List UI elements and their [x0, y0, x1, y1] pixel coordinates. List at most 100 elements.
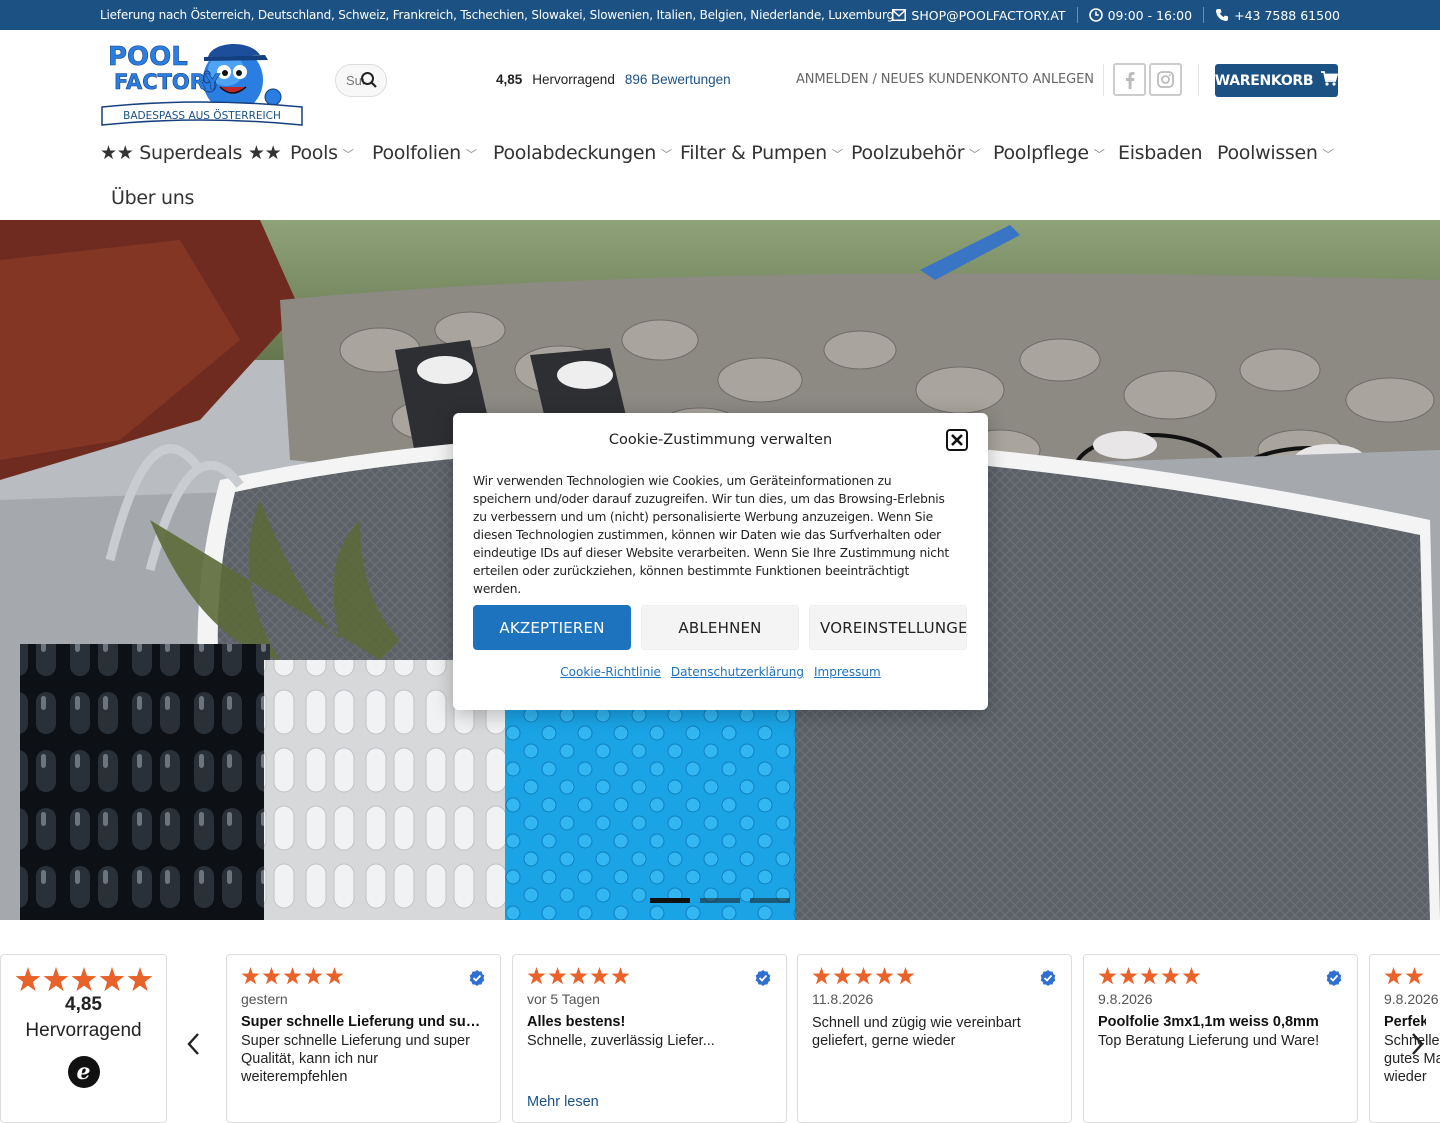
star-icon — [127, 967, 152, 992]
cart-icon — [1321, 71, 1339, 90]
nav-label: Über uns — [111, 187, 195, 209]
cookie-policy-link[interactable]: Cookie-Richtlinie — [560, 665, 661, 679]
phone-text: +43 7588 61500 — [1234, 7, 1340, 23]
review-date: 11.8.2026 — [812, 991, 874, 1007]
pool-factory-logo[interactable]: POOL FACTORY BADESPASS AUS ÖSTERREICH — [100, 35, 305, 127]
star-rating — [1098, 967, 1343, 985]
star-icon — [43, 967, 68, 992]
star-rating — [812, 967, 1057, 985]
star-icon — [325, 967, 344, 985]
search-input[interactable]: Suchen — [335, 64, 387, 97]
privacy-policy-link[interactable]: Datenschutzerklärung — [671, 665, 804, 679]
nav-label: Filter & Pumpen — [680, 142, 827, 164]
deny-button[interactable]: Ablehnen — [641, 605, 799, 650]
trusted-shops-badge-icon: e — [67, 1056, 100, 1088]
nav-item-eisbaden[interactable]: Eisbaden — [1118, 142, 1203, 164]
imprint-link[interactable]: Impressum — [814, 665, 881, 679]
phone-icon — [1215, 8, 1229, 22]
star-icon — [1405, 967, 1424, 985]
cart-label: WARENKORB — [1214, 72, 1314, 89]
opening-hours: 09:00 - 16:00 — [1088, 8, 1192, 23]
carousel-prev-icon[interactable] — [186, 1030, 200, 1064]
star-icon — [1140, 967, 1159, 985]
star-icon — [99, 967, 124, 992]
nav-label: Poolzubehör — [851, 142, 965, 164]
nav-item-poolwissen[interactable]: Poolwissen ﹀ — [1217, 142, 1334, 164]
star-icon — [241, 967, 260, 985]
nav-item-pools[interactable]: Pools ﹀ — [290, 142, 354, 164]
nav-item-superdeals[interactable]: ★★ Superdeals ★★ — [100, 142, 282, 164]
review-card[interactable]: 9.8.2026 Poolfolie 3mx1,1m weiss 0,8mm T… — [1083, 954, 1358, 1123]
review-headline: Perfekt — [1384, 1014, 1426, 1030]
slide-dot-2[interactable] — [700, 898, 740, 903]
star-icon — [896, 967, 915, 985]
slide-dot-1[interactable] — [650, 898, 690, 903]
mail-icon — [892, 9, 907, 21]
verified-icon — [469, 970, 485, 991]
search-icon[interactable] — [360, 71, 378, 92]
cookie-dialog-title: Cookie-Zustimmung verwalten — [608, 432, 833, 448]
star-icon — [304, 967, 323, 985]
login-register-link[interactable]: ANMELDEN / NEUES KUNDENKONTO ANLEGEN — [796, 72, 1094, 87]
review-headline: Poolfolie 3mx1,1m weiss 0,8mm — [1098, 1014, 1319, 1030]
phone-link[interactable]: +43 7588 61500 — [1215, 8, 1340, 23]
slider-pagination — [650, 898, 790, 903]
summary-label: Hervorragend — [25, 1020, 142, 1041]
review-headline: Alles bestens! — [527, 1014, 626, 1030]
summary-score: 4,85 — [65, 994, 102, 1015]
star-rating — [527, 967, 772, 985]
nav-label: Pools — [290, 142, 338, 164]
review-body: Schnell und zügig wie vereinbart geliefe… — [812, 1015, 1021, 1049]
star-icon — [854, 967, 873, 985]
chevron-down-icon: ﹀ — [465, 148, 477, 161]
review-body: Schnelle, zuverlässig Liefer... — [527, 1033, 715, 1049]
accept-button[interactable]: Akzeptieren — [473, 605, 631, 650]
review-card[interactable]: 9.8.2026 Perfekt Schnelle Lieferung, gut… — [1369, 954, 1440, 1123]
instagram-icon[interactable] — [1149, 63, 1182, 96]
rating-label: Hervorragend — [532, 72, 615, 87]
carousel-next-icon[interactable] — [1411, 1030, 1425, 1064]
nav-label: Poolpflege — [993, 142, 1089, 164]
rating-summary-card[interactable]: 4,85 Hervorragend e — [0, 954, 167, 1123]
divider — [1103, 64, 1104, 96]
review-body: Super schnelle Lieferung und super Quali… — [241, 1033, 470, 1085]
review-date: gestern — [241, 991, 288, 1007]
cart-button[interactable]: WARENKORB — [1214, 64, 1339, 97]
facebook-icon[interactable] — [1113, 63, 1146, 96]
rating-count[interactable]: 896 Bewertungen — [625, 72, 731, 87]
logo-line1: POOL — [108, 42, 188, 72]
divider — [1076, 7, 1078, 23]
review-card[interactable]: vor 5 Tagen Alles bestens! Schnelle, zuv… — [512, 954, 787, 1123]
star-icon — [833, 967, 852, 985]
star-icon — [71, 967, 96, 992]
email-link[interactable]: SHOP@POOLFACTORY.AT — [892, 7, 1066, 23]
star-icon — [1384, 967, 1403, 985]
star-icon — [812, 967, 831, 985]
trusted-shops-rating[interactable]: 4,85 Hervorragend 896 Bewertungen — [496, 72, 731, 87]
email-text: SHOP@POOLFACTORY.AT — [911, 7, 1066, 23]
chevron-down-icon: ﹀ — [1322, 148, 1334, 161]
review-card[interactable]: gestern Super schnelle Lieferung und sup… — [226, 954, 501, 1123]
read-more-link[interactable]: Mehr lesen — [527, 1094, 599, 1110]
nav-item-poolfolien[interactable]: Poolfolien ﹀ — [372, 142, 477, 164]
nav-item-ueber-uns[interactable]: Über uns — [111, 187, 194, 209]
slide-dot-3[interactable] — [750, 898, 790, 903]
cookie-links: Cookie-Richtlinie Datenschutzerklärung I… — [453, 665, 988, 679]
close-icon[interactable] — [946, 429, 968, 451]
star-rating — [1, 967, 166, 992]
nav-label: Poolabdeckungen — [493, 142, 657, 164]
nav-item-poolabdeckungen[interactable]: Poolabdeckungen ﹀ — [493, 142, 672, 164]
star-rating — [1384, 967, 1426, 985]
nav-label: Poolfolien — [372, 142, 461, 164]
nav-item-poolpflege[interactable]: Poolpflege ﹀ — [993, 142, 1105, 164]
preferences-button[interactable]: Voreinstellungen anzeigen — [809, 605, 967, 650]
delivery-countries: Lieferung nach Österreich, Deutschland, … — [100, 8, 894, 22]
review-card[interactable]: 11.8.2026 Schnell und zügig wie vereinba… — [797, 954, 1072, 1123]
nav-item-poolzubehoer[interactable]: Poolzubehör ﹀ — [851, 142, 980, 164]
star-icon — [875, 967, 894, 985]
review-date: 9.8.2026 — [1098, 991, 1153, 1007]
verified-icon — [1040, 970, 1056, 991]
nav-item-filter-pumpen[interactable]: Filter & Pumpen ﹀ — [680, 142, 843, 164]
chevron-down-icon: ﹀ — [1093, 148, 1105, 161]
chevron-down-icon: ﹀ — [342, 148, 354, 161]
